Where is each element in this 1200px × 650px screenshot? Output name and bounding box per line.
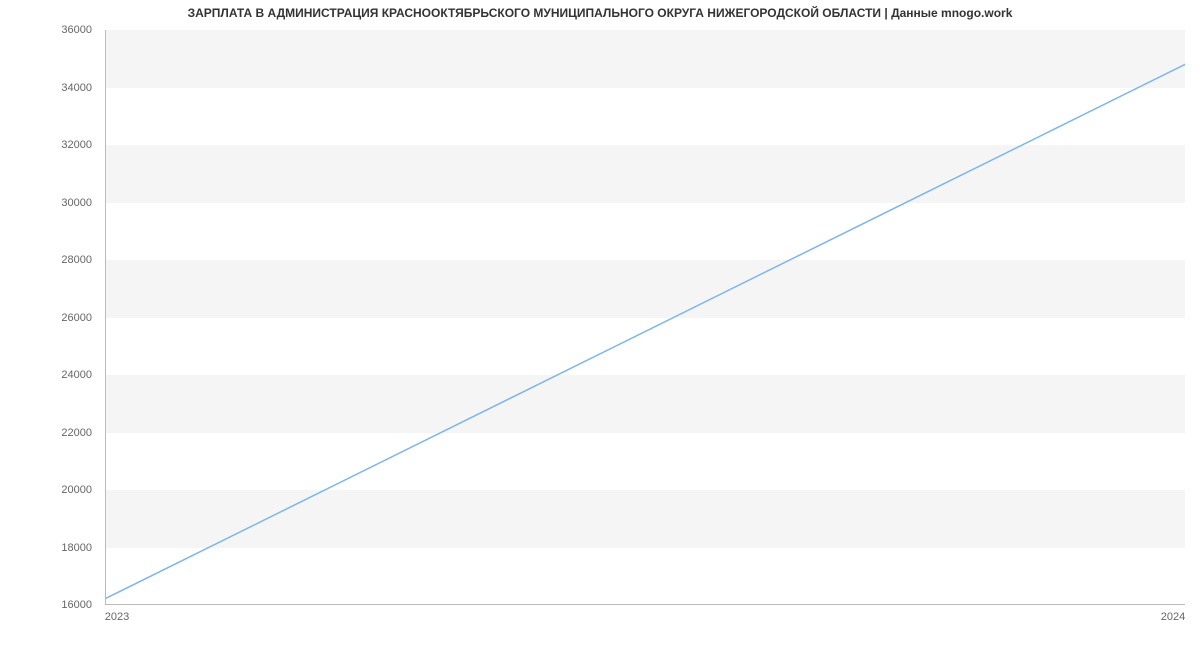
y-tick-label: 18000 <box>61 542 92 554</box>
y-tick-label: 16000 <box>61 599 92 611</box>
y-tick-label: 32000 <box>61 139 92 151</box>
chart-title: ЗАРПЛАТА В АДМИНИСТРАЦИЯ КРАСНООКТЯБРЬСК… <box>0 6 1200 20</box>
y-tick-label: 22000 <box>61 427 92 439</box>
y-tick-label: 36000 <box>61 24 92 36</box>
y-tick-label: 20000 <box>61 484 92 496</box>
y-tick-label: 34000 <box>61 82 92 94</box>
x-axis-ticks: 2023 2024 <box>105 607 1185 627</box>
salary-line-chart: ЗАРПЛАТА В АДМИНИСТРАЦИЯ КРАСНООКТЯБРЬСК… <box>0 0 1200 650</box>
salary-line <box>106 64 1185 598</box>
y-tick-label: 28000 <box>61 254 92 266</box>
line-series <box>106 30 1185 604</box>
y-tick-label: 30000 <box>61 197 92 209</box>
y-tick-label: 24000 <box>61 369 92 381</box>
y-tick-label: 26000 <box>61 312 92 324</box>
x-tick-label: 2024 <box>1161 611 1185 623</box>
plot-area <box>105 30 1185 605</box>
x-tick-label: 2023 <box>105 611 129 623</box>
y-axis-ticks: 1600018000200002200024000260002800030000… <box>0 30 100 605</box>
